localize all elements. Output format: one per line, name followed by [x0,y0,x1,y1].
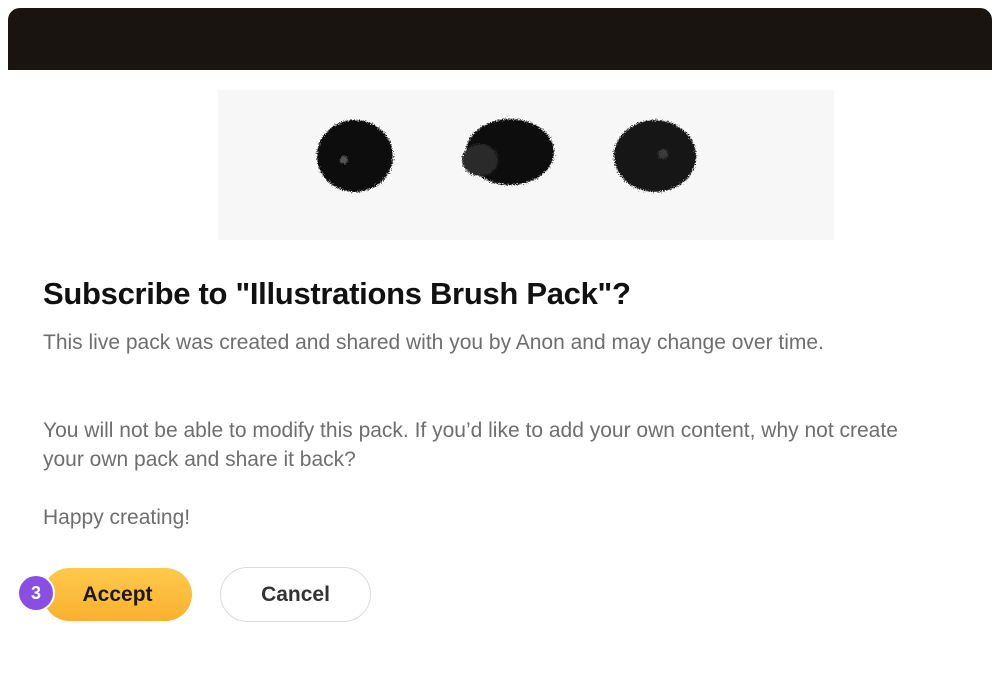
dialog-title: Subscribe to "Illustrations Brush Pack"? [43,276,631,311]
brush-pack-preview [218,90,834,240]
brush-stroke-blot-icon [462,119,554,185]
dialog-description: This live pack was created and shared wi… [43,331,824,354]
dialog-modify-note: You will not be able to modify this pack… [43,419,898,471]
subscribe-dialog: Subscribe to "Illustrations Brush Pack"?… [0,0,992,694]
dialog-header-bar [8,8,992,70]
brush-stroke-textured-icon [614,120,696,192]
dialog-closing-text: Happy creating! [43,506,191,529]
accept-button[interactable]: Accept [43,568,192,621]
cancel-button[interactable]: Cancel [220,567,371,622]
brush-stroke-round-icon [317,120,393,192]
step-badge: 3 [19,576,53,610]
